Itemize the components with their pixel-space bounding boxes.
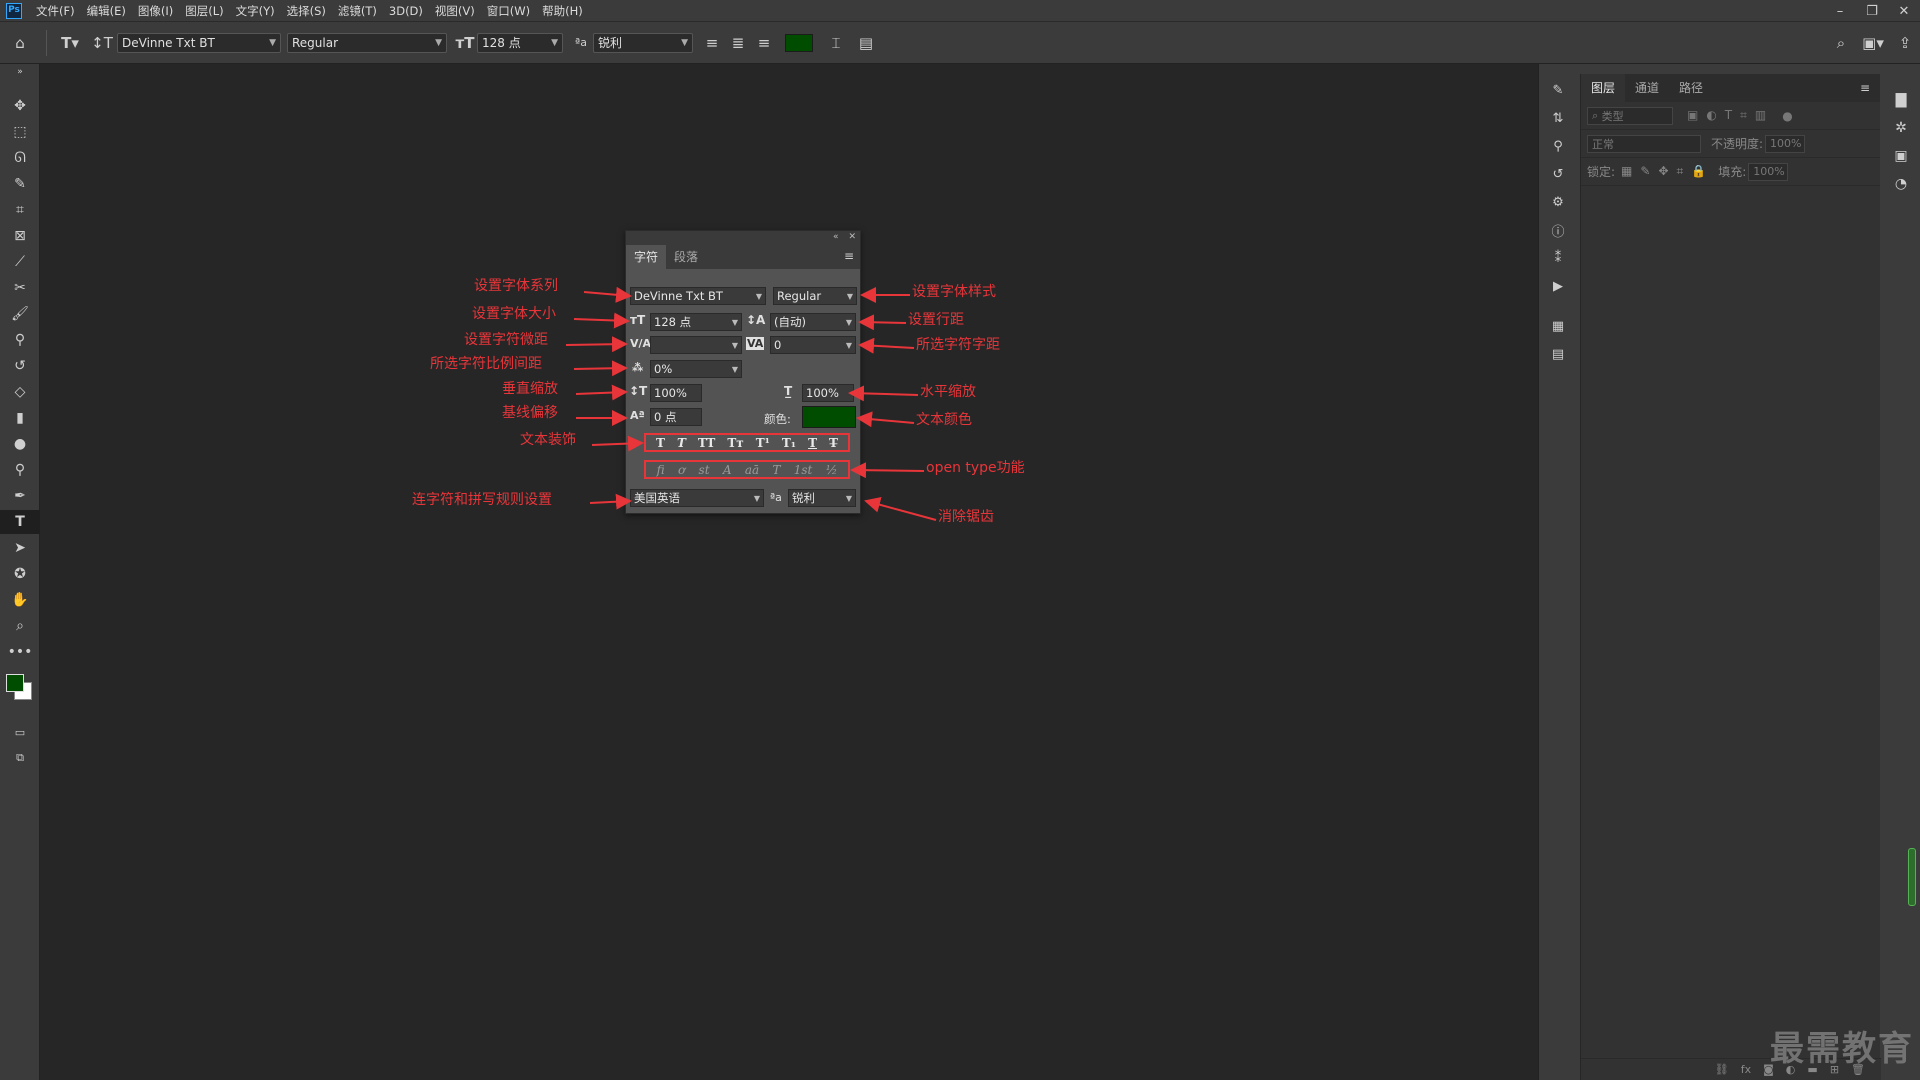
arrow-font-size — [573, 312, 630, 329]
arrow-proportional — [573, 360, 628, 377]
arrow-font-family — [583, 286, 632, 303]
arrow-text-color — [856, 411, 915, 428]
arrow-hyphenation — [589, 493, 632, 510]
annotation-arrows — [565, 286, 937, 521]
arrow-opentype — [850, 462, 925, 479]
arrow-text-decoration — [591, 435, 644, 452]
arrow-leading — [858, 314, 907, 331]
arrow-horizontal-scale — [848, 385, 919, 402]
arrow-tracking — [858, 337, 915, 354]
foreground-color-swatch[interactable] — [6, 674, 24, 692]
arrow-kerning — [565, 336, 628, 353]
arrow-vertical-scale — [575, 384, 628, 401]
arrow-antialias — [864, 496, 937, 521]
